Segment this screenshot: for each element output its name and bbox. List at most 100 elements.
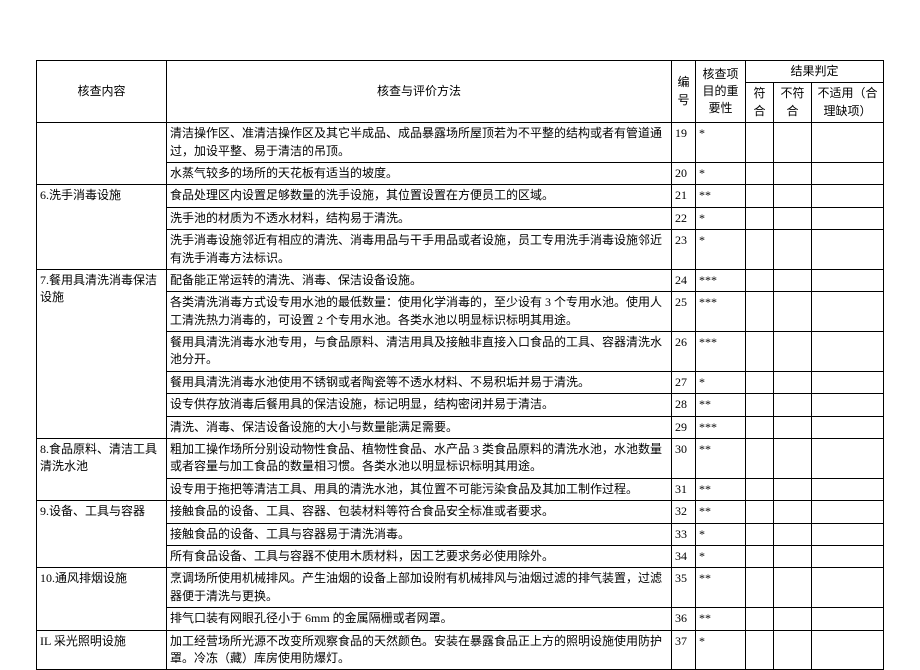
nonconform-cell [773, 394, 811, 416]
nonconform-cell [773, 292, 811, 332]
hdr-conform: 符合 [745, 83, 773, 123]
conform-cell [745, 501, 773, 523]
hdr-na: 不适用（合理缺项） [811, 83, 883, 123]
conform-cell [745, 230, 773, 270]
number-cell: 37 [671, 630, 695, 670]
conform-cell [745, 568, 773, 608]
method-cell: 各类清洗消毒方式设专用水池的最低数量：使用化学消毒的，至少设有 3 个专用水池。… [167, 292, 672, 332]
hdr-imp: 核查项目的重要性 [695, 61, 745, 123]
na-cell [811, 162, 883, 184]
nonconform-cell [773, 185, 811, 207]
conform-cell [745, 207, 773, 229]
nonconform-cell [773, 332, 811, 372]
na-cell [811, 478, 883, 500]
number-cell: 27 [671, 371, 695, 393]
na-cell [811, 501, 883, 523]
section-title: 8.食品原料、清洁工具清洗水池 [37, 439, 167, 501]
nonconform-cell [773, 630, 811, 670]
conform-cell [745, 123, 773, 163]
method-cell: 洗手池的材质为不透水材料，结构易于清洗。 [167, 207, 672, 229]
importance-cell: ** [695, 568, 745, 608]
method-cell: 粗加工操作场所分别设动物性食品、植物性食品、水产品 3 类食品原料的清洗水池，水… [167, 439, 672, 479]
table-row: 9.设备、工具与容器接触食品的设备、工具、容器、包装材料等符合食品安全标准或者要… [37, 501, 884, 523]
number-cell: 36 [671, 608, 695, 630]
nonconform-cell [773, 269, 811, 291]
na-cell [811, 371, 883, 393]
importance-cell: * [695, 123, 745, 163]
na-cell [811, 207, 883, 229]
na-cell [811, 439, 883, 479]
section-title: 7.餐用具清洗消毒保洁设施 [37, 269, 167, 438]
number-cell: 24 [671, 269, 695, 291]
table-row: 8.食品原料、清洁工具清洗水池粗加工操作场所分别设动物性食品、植物性食品、水产品… [37, 439, 884, 479]
nonconform-cell [773, 371, 811, 393]
na-cell [811, 545, 883, 567]
importance-cell: * [695, 162, 745, 184]
importance-cell: ** [695, 185, 745, 207]
na-cell [811, 523, 883, 545]
importance-cell: * [695, 630, 745, 670]
hdr-content: 核查内容 [37, 61, 167, 123]
conform-cell [745, 394, 773, 416]
method-cell: 餐用具清洗消毒水池使用不锈钢或者陶瓷等不透水材料、不易积垢并易于清洗。 [167, 371, 672, 393]
importance-cell: ** [695, 608, 745, 630]
table-body: 清洁操作区、准清洁操作区及其它半成品、成品暴露场所屋顶若为不平整的结构或者有管道… [37, 123, 884, 670]
importance-cell: ** [695, 394, 745, 416]
table-row: 6.洗手消毒设施食品处理区内设置足够数量的洗手设施，其位置设置在方便员工的区域。… [37, 185, 884, 207]
conform-cell [745, 332, 773, 372]
importance-cell: *** [695, 332, 745, 372]
nonconform-cell [773, 230, 811, 270]
hdr-no: 编号 [671, 61, 695, 123]
importance-cell: * [695, 371, 745, 393]
method-cell: 接触食品的设备、工具与容器易于清洗消毒。 [167, 523, 672, 545]
conform-cell [745, 185, 773, 207]
section-title: 10.通风排烟设施 [37, 568, 167, 630]
nonconform-cell [773, 123, 811, 163]
conform-cell [745, 162, 773, 184]
method-cell: 设专供存放消毒后餐用具的保洁设施，标记明显，结构密闭并易于清洁。 [167, 394, 672, 416]
number-cell: 25 [671, 292, 695, 332]
importance-cell: * [695, 523, 745, 545]
importance-cell: ** [695, 478, 745, 500]
method-cell: 清洁操作区、准清洁操作区及其它半成品、成品暴露场所屋顶若为不平整的结构或者有管道… [167, 123, 672, 163]
nonconform-cell [773, 207, 811, 229]
importance-cell: ** [695, 501, 745, 523]
nonconform-cell [773, 608, 811, 630]
number-cell: 34 [671, 545, 695, 567]
method-cell: 加工经营场所光源不改变所观察食品的天然颜色。安装在暴露食品正上方的照明设施使用防… [167, 630, 672, 670]
conform-cell [745, 545, 773, 567]
section-title [37, 123, 167, 185]
nonconform-cell [773, 501, 811, 523]
importance-cell: *** [695, 416, 745, 438]
table-row: 10.通风排烟设施烹调场所使用机械排风。产生油烟的设备上部加设附有机械排风与油烟… [37, 568, 884, 608]
method-cell: 餐用具清洗消毒水池专用，与食品原料、清洁用具及接触非直接入口食品的工具、容器清洗… [167, 332, 672, 372]
number-cell: 22 [671, 207, 695, 229]
method-cell: 配备能正常运转的清洗、消毒、保洁设备设施。 [167, 269, 672, 291]
section-title: 6.洗手消毒设施 [37, 185, 167, 270]
section-title: IL 采光照明设施 [37, 630, 167, 670]
importance-cell: * [695, 207, 745, 229]
inspection-table: 核查内容 核查与评价方法 编号 核查项目的重要性 结果判定 符合 不符合 不适用… [36, 60, 884, 670]
number-cell: 35 [671, 568, 695, 608]
table-row: IL 采光照明设施加工经营场所光源不改变所观察食品的天然颜色。安装在暴露食品正上… [37, 630, 884, 670]
conform-cell [745, 478, 773, 500]
na-cell [811, 568, 883, 608]
na-cell [811, 185, 883, 207]
method-cell: 烹调场所使用机械排风。产生油烟的设备上部加设附有机械排风与油烟过滤的排气装置，过… [167, 568, 672, 608]
nonconform-cell [773, 416, 811, 438]
hdr-nonconform: 不符合 [773, 83, 811, 123]
conform-cell [745, 630, 773, 670]
method-cell: 设专用于拖把等清洁工具、用具的清洗水池，其位置不可能污染食品及其加工制作过程。 [167, 478, 672, 500]
importance-cell: *** [695, 292, 745, 332]
na-cell [811, 332, 883, 372]
number-cell: 19 [671, 123, 695, 163]
number-cell: 26 [671, 332, 695, 372]
nonconform-cell [773, 523, 811, 545]
na-cell [811, 123, 883, 163]
number-cell: 21 [671, 185, 695, 207]
number-cell: 31 [671, 478, 695, 500]
method-cell: 排气口装有网眼孔径小于 6mm 的金属隔栅或者网罩。 [167, 608, 672, 630]
na-cell [811, 630, 883, 670]
importance-cell: * [695, 230, 745, 270]
number-cell: 20 [671, 162, 695, 184]
